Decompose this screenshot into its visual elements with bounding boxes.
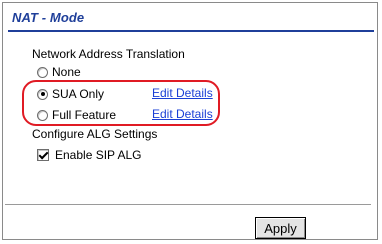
page-title: NAT - Mode bbox=[12, 10, 85, 25]
highlight-annotation bbox=[22, 80, 220, 126]
radio-none[interactable] bbox=[37, 66, 48, 78]
apply-button[interactable]: Apply bbox=[255, 217, 306, 239]
sip-alg-label: Enable SIP ALG bbox=[55, 148, 142, 162]
title-divider bbox=[8, 30, 374, 32]
nat-section-label: Network Address Translation bbox=[32, 47, 185, 61]
enable-sip-alg-option[interactable]: Enable SIP ALG bbox=[37, 147, 142, 163]
alg-section-label: Configure ALG Settings bbox=[32, 127, 158, 141]
option-label-none: None bbox=[52, 65, 81, 79]
sip-alg-checkbox[interactable] bbox=[37, 149, 49, 161]
footer-divider bbox=[5, 204, 371, 206]
nat-option-none[interactable]: None bbox=[37, 64, 81, 80]
